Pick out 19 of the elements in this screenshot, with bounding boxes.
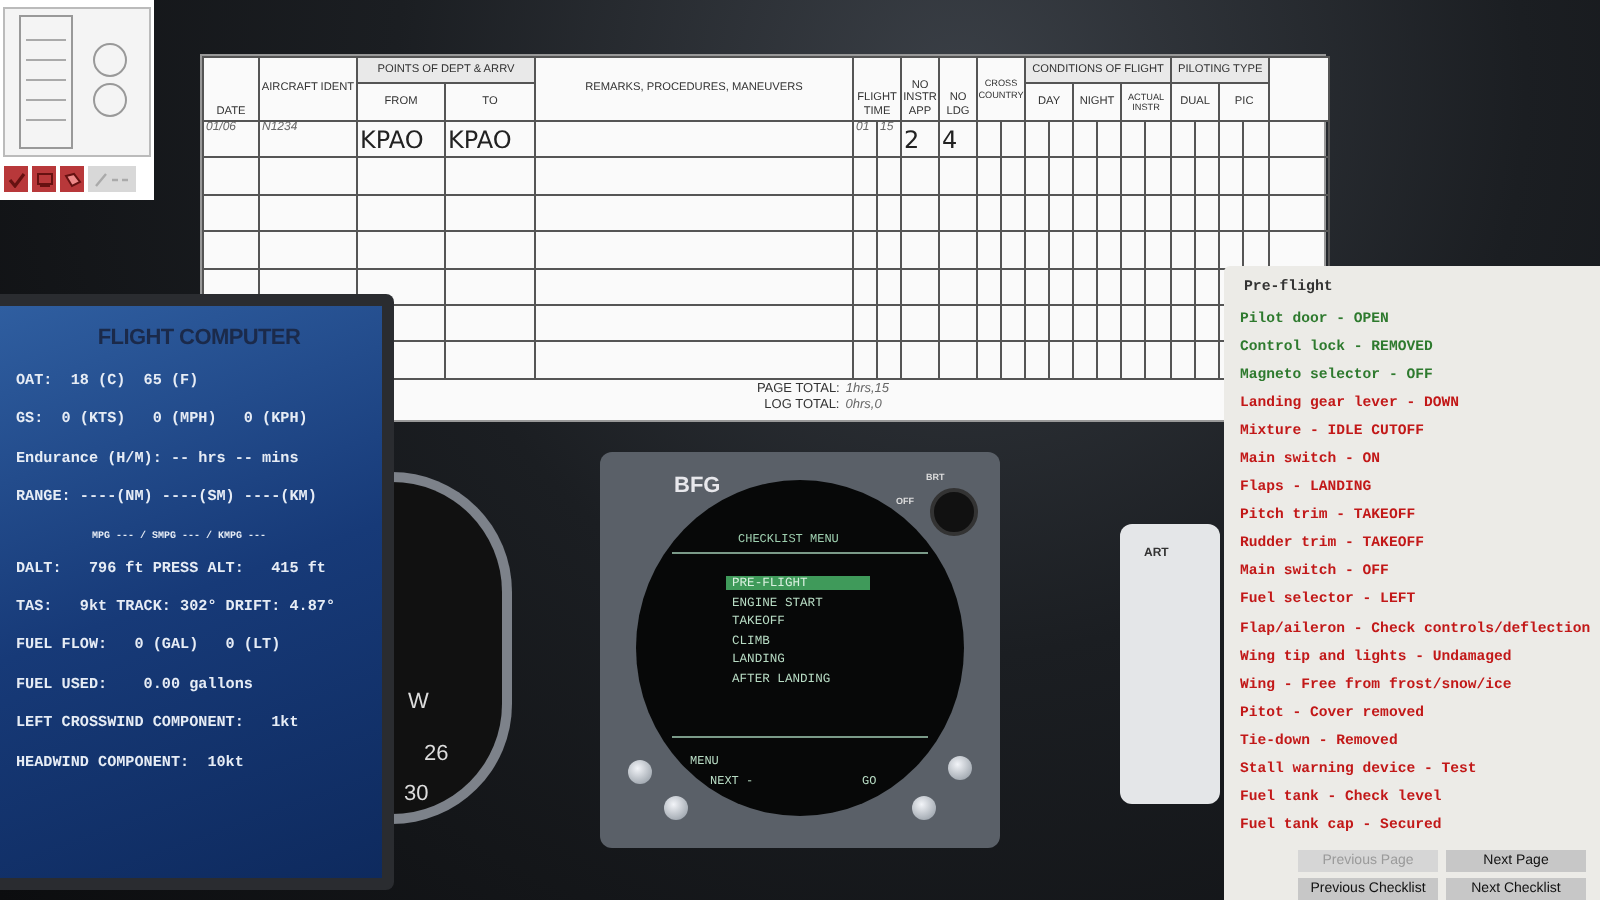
tool-button[interactable] xyxy=(60,166,84,192)
screen-title: FLIGHT COMPUTER xyxy=(95,326,303,350)
bezel-knob[interactable] xyxy=(912,796,936,820)
bezel-knob[interactable] xyxy=(948,756,972,780)
table-cell: KPAO xyxy=(357,121,445,158)
gauge-label: 30 xyxy=(404,782,429,806)
table-cell: 2 xyxy=(901,121,940,158)
gauge-label: 26 xyxy=(424,742,449,766)
screen-icon xyxy=(35,171,53,187)
bezel-knob[interactable] xyxy=(664,796,688,820)
brightness-knob[interactable] xyxy=(930,488,978,536)
bezel-knob[interactable] xyxy=(628,760,652,784)
book-icon xyxy=(63,171,81,187)
table-cell: KPAO xyxy=(445,121,535,158)
gauge-label: W xyxy=(408,690,429,714)
table-cell: 4 xyxy=(939,121,978,158)
check-icon xyxy=(7,171,25,187)
arrows-icon xyxy=(92,171,132,187)
brand-logo: BFG xyxy=(674,474,721,498)
